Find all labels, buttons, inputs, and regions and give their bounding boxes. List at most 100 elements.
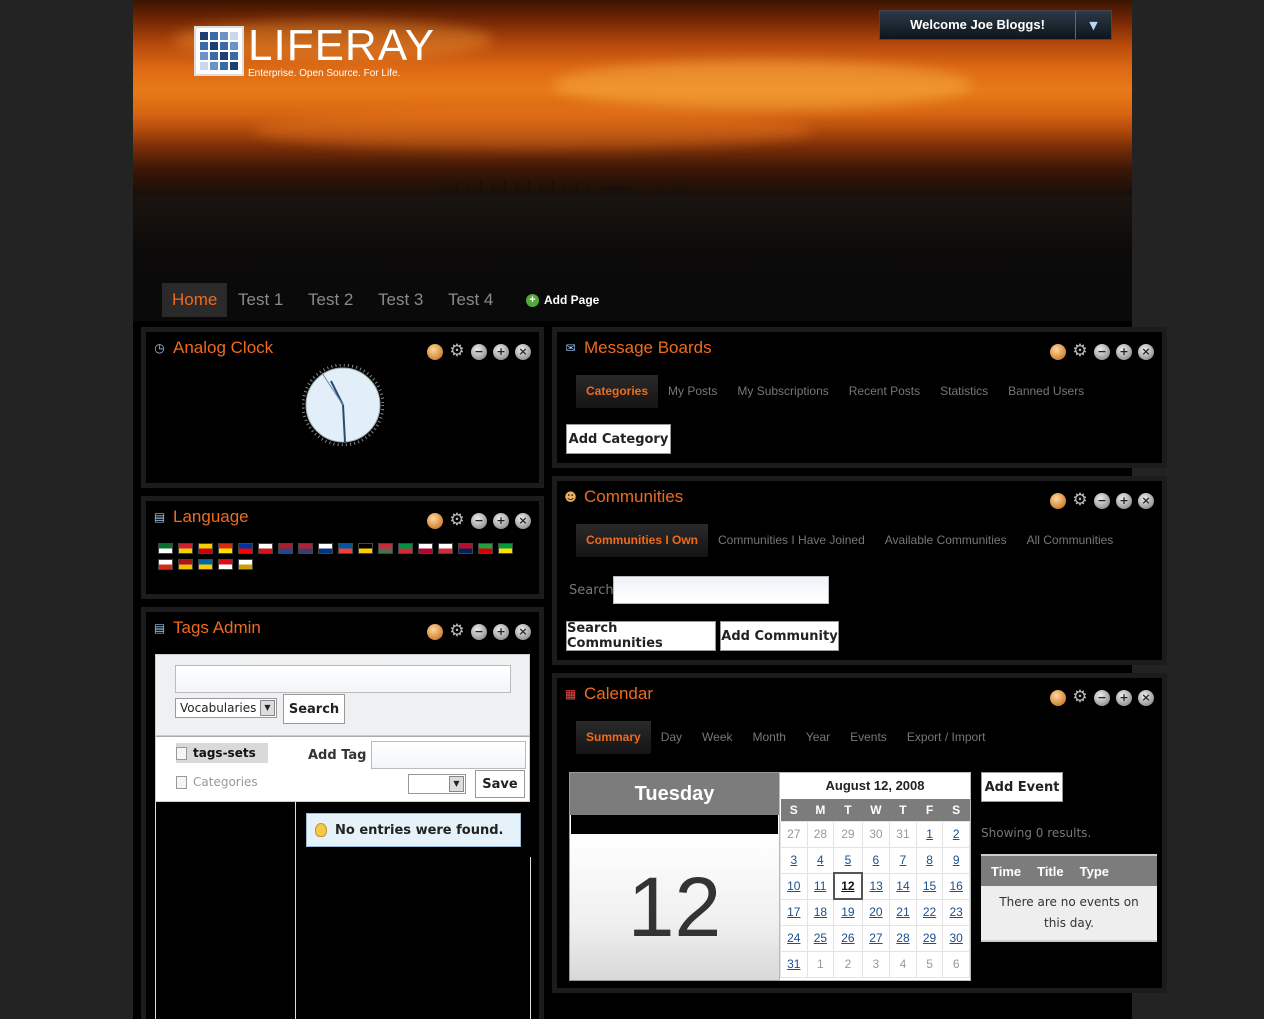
minimize-icon[interactable]: − bbox=[1094, 493, 1110, 509]
language-flag-icon[interactable] bbox=[418, 543, 433, 554]
nav-item-test-1[interactable]: Test 1 bbox=[238, 283, 283, 317]
tree-item-tags-sets[interactable]: tags-sets bbox=[176, 743, 268, 763]
calendar-day[interactable]: 20 bbox=[861, 898, 891, 926]
calendar-day[interactable]: 2 bbox=[942, 820, 970, 848]
column-header-type[interactable]: Type bbox=[1080, 864, 1109, 879]
calendar-day[interactable]: 17 bbox=[780, 898, 808, 926]
tab-my-posts[interactable]: My Posts bbox=[658, 375, 727, 408]
tab-year[interactable]: Year bbox=[796, 721, 840, 754]
nav-item-home[interactable]: Home bbox=[162, 283, 228, 317]
minimize-icon[interactable]: − bbox=[1094, 344, 1110, 360]
tab-communities-i-own[interactable]: Communities I Own bbox=[576, 524, 709, 557]
maximize-icon[interactable]: + bbox=[493, 513, 509, 529]
maximize-icon[interactable]: + bbox=[493, 624, 509, 640]
language-flag-icon[interactable] bbox=[278, 543, 293, 554]
close-icon[interactable]: × bbox=[1138, 344, 1154, 360]
tab-available-communities[interactable]: Available Communities bbox=[875, 524, 1017, 557]
calendar-day[interactable]: 4 bbox=[806, 846, 835, 874]
language-flag-icon[interactable] bbox=[158, 543, 173, 554]
calendar-day[interactable]: 1 bbox=[915, 820, 944, 848]
calendar-day[interactable]: 31 bbox=[780, 950, 808, 978]
calendar-day[interactable]: 28 bbox=[889, 924, 917, 952]
community-search-input[interactable] bbox=[613, 576, 829, 604]
calendar-day[interactable]: 19 bbox=[833, 898, 863, 926]
language-flag-icon[interactable] bbox=[498, 543, 513, 554]
language-flag-icon[interactable] bbox=[218, 543, 233, 554]
gear-icon[interactable]: ⚙ bbox=[1072, 343, 1088, 360]
close-icon[interactable]: × bbox=[515, 344, 531, 360]
maximize-icon[interactable]: + bbox=[493, 344, 509, 360]
nav-item-test-2[interactable]: Test 2 bbox=[308, 283, 353, 317]
calendar-day[interactable]: 3 bbox=[780, 846, 808, 874]
calendar-day-today[interactable]: 12 bbox=[832, 872, 864, 900]
maximize-icon[interactable]: + bbox=[1116, 690, 1132, 706]
gear-icon[interactable]: ⚙ bbox=[1072, 689, 1088, 706]
language-flag-icon[interactable] bbox=[178, 559, 193, 570]
nav-item-test-4[interactable]: Test 4 bbox=[448, 283, 493, 317]
column-header-title[interactable]: Title bbox=[1037, 864, 1064, 879]
minimize-icon[interactable]: − bbox=[1094, 690, 1110, 706]
gear-icon[interactable]: ⚙ bbox=[1072, 492, 1088, 509]
language-flag-icon[interactable] bbox=[158, 559, 173, 570]
tab-week[interactable]: Week bbox=[692, 721, 742, 754]
tab-month[interactable]: Month bbox=[743, 721, 796, 754]
calendar-day[interactable]: 18 bbox=[806, 898, 835, 926]
palette-icon[interactable] bbox=[1050, 344, 1066, 360]
calendar-day[interactable]: 21 bbox=[889, 898, 917, 926]
language-flag-icon[interactable] bbox=[438, 543, 453, 554]
tags-search-input[interactable] bbox=[175, 665, 511, 693]
add-event-button[interactable]: Add Event bbox=[981, 772, 1063, 802]
maximize-icon[interactable]: + bbox=[1116, 493, 1132, 509]
minimize-icon[interactable]: − bbox=[471, 344, 487, 360]
add-page-button[interactable]: + Add Page bbox=[526, 293, 599, 307]
mini-calendar-header[interactable]: August 12, 2008 bbox=[780, 773, 970, 799]
calendar-day[interactable]: 10 bbox=[780, 872, 808, 900]
add-tag-input[interactable] bbox=[371, 741, 526, 769]
palette-icon[interactable] bbox=[1050, 493, 1066, 509]
tree-item-categories[interactable]: Categories bbox=[176, 775, 258, 789]
save-button[interactable]: Save bbox=[475, 770, 525, 798]
calendar-day[interactable]: 25 bbox=[806, 924, 835, 952]
tab-export-import[interactable]: Export / Import bbox=[897, 721, 996, 754]
tab-statistics[interactable]: Statistics bbox=[930, 375, 998, 408]
language-flag-icon[interactable] bbox=[178, 543, 193, 554]
calendar-day[interactable]: 15 bbox=[915, 872, 944, 900]
calendar-day[interactable]: 8 bbox=[915, 846, 944, 874]
tab-banned-users[interactable]: Banned Users bbox=[998, 375, 1094, 408]
language-flag-icon[interactable] bbox=[218, 559, 233, 570]
language-flag-icon[interactable] bbox=[338, 543, 353, 554]
calendar-day[interactable]: 24 bbox=[780, 924, 808, 952]
vocabularies-select[interactable]: Vocabularies ▼ bbox=[175, 698, 277, 718]
liferay-logo[interactable]: LIFERAY Enterprise. Open Source. For Lif… bbox=[194, 24, 435, 79]
language-flag-icon[interactable] bbox=[478, 543, 493, 554]
search-button[interactable]: Search bbox=[283, 694, 345, 724]
calendar-day[interactable]: 23 bbox=[942, 898, 970, 926]
dropdown-arrow-icon[interactable]: ▼ bbox=[1075, 11, 1111, 39]
column-header-time[interactable]: Time bbox=[991, 864, 1021, 879]
maximize-icon[interactable]: + bbox=[1116, 344, 1132, 360]
language-flag-icon[interactable] bbox=[238, 543, 253, 554]
language-flag-icon[interactable] bbox=[378, 543, 393, 554]
tab-communities-joined[interactable]: Communities I Have Joined bbox=[708, 524, 875, 557]
search-communities-button[interactable]: Search Communities bbox=[566, 621, 716, 651]
close-icon[interactable]: × bbox=[1138, 690, 1154, 706]
language-flag-icon[interactable] bbox=[198, 559, 213, 570]
tab-day[interactable]: Day bbox=[651, 721, 692, 754]
gear-icon[interactable]: ⚙ bbox=[449, 512, 465, 529]
calendar-day[interactable]: 29 bbox=[915, 924, 944, 952]
gear-icon[interactable]: ⚙ bbox=[449, 343, 465, 360]
language-flag-icon[interactable] bbox=[458, 543, 473, 554]
language-flag-icon[interactable] bbox=[298, 543, 313, 554]
calendar-day[interactable]: 27 bbox=[861, 924, 891, 952]
welcome-text[interactable]: Welcome Joe Bloggs! bbox=[880, 11, 1075, 39]
close-icon[interactable]: × bbox=[515, 513, 531, 529]
tab-summary[interactable]: Summary bbox=[576, 721, 651, 754]
add-category-button[interactable]: Add Category bbox=[566, 424, 671, 454]
tab-my-subscriptions[interactable]: My Subscriptions bbox=[727, 375, 838, 408]
add-community-button[interactable]: Add Community bbox=[720, 621, 839, 651]
calendar-day[interactable]: 7 bbox=[889, 846, 917, 874]
language-flag-icon[interactable] bbox=[238, 559, 253, 570]
calendar-day[interactable]: 26 bbox=[833, 924, 863, 952]
calendar-day[interactable]: 22 bbox=[915, 898, 944, 926]
language-flag-icon[interactable] bbox=[318, 543, 333, 554]
